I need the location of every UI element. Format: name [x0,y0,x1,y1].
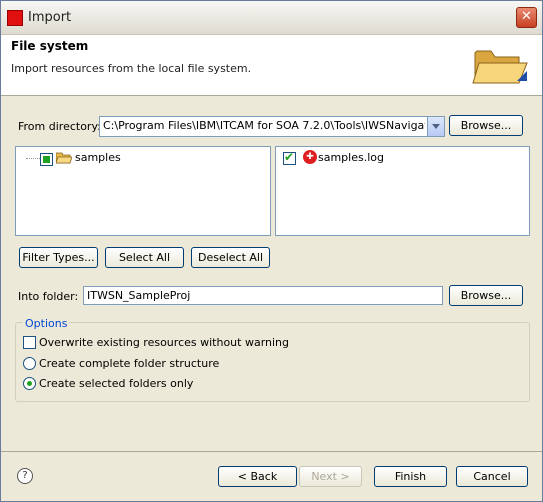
create-selected-radio[interactable] [23,377,36,390]
overwrite-label[interactable]: Overwrite existing resources without war… [39,336,289,349]
help-icon[interactable]: ? [17,468,33,484]
wizard-header: File system Import resources from the lo… [1,35,542,96]
options-legend: Options [23,317,70,330]
tree-item-samples[interactable]: samples [75,151,121,164]
close-button[interactable]: ✕ [516,7,537,28]
create-complete-radio[interactable] [23,357,36,370]
chevron-down-icon[interactable] [427,117,444,136]
checkmark-icon: ✔ [284,150,295,164]
file-list[interactable]: ✔ ✚ samples.log [275,146,530,236]
overwrite-checkbox[interactable] [23,336,36,349]
from-directory-combo[interactable]: C:\Program Files\IBM\ITCAM for SOA 7.2.0… [99,116,445,137]
finish-button[interactable]: Finish [374,466,447,487]
from-directory-value[interactable]: C:\Program Files\IBM\ITCAM for SOA 7.2.0… [103,119,425,132]
into-folder-label: Into folder: [18,290,79,303]
file-item-samples-log[interactable]: samples.log [318,151,384,164]
back-button[interactable]: < Back [218,466,297,487]
footer-separator [1,451,542,452]
create-selected-label[interactable]: Create selected folders only [39,377,193,390]
page-title: File system [11,39,89,53]
folder-open-icon [472,50,528,84]
into-folder-browse-button[interactable]: Browse... [449,285,523,306]
cancel-button[interactable]: Cancel [456,466,528,487]
filter-types-button[interactable]: Filter Types... [19,247,98,268]
page-description: Import resources from the local file sys… [11,62,252,75]
title-bar[interactable]: Import ✕ [1,1,542,35]
log-file-icon: ✚ [303,150,317,164]
into-folder-field[interactable]: ITWSN_SampleProj [83,286,443,305]
samples-log-checkbox[interactable]: ✔ [283,150,296,165]
next-button[interactable]: Next > [299,466,362,487]
app-icon [7,10,23,26]
from-directory-browse-button[interactable]: Browse... [449,115,523,136]
deselect-all-button[interactable]: Deselect All [191,247,270,268]
create-complete-label[interactable]: Create complete folder structure [39,357,219,370]
folder-icon [56,152,72,164]
window-title: Import [28,10,72,25]
samples-folder-checkbox[interactable] [40,153,53,166]
select-all-button[interactable]: Select All [105,247,184,268]
import-dialog: Import ✕ File system Import resources fr… [0,0,543,502]
from-directory-label: From directory: [18,120,101,133]
folder-tree[interactable]: samples [15,146,271,236]
